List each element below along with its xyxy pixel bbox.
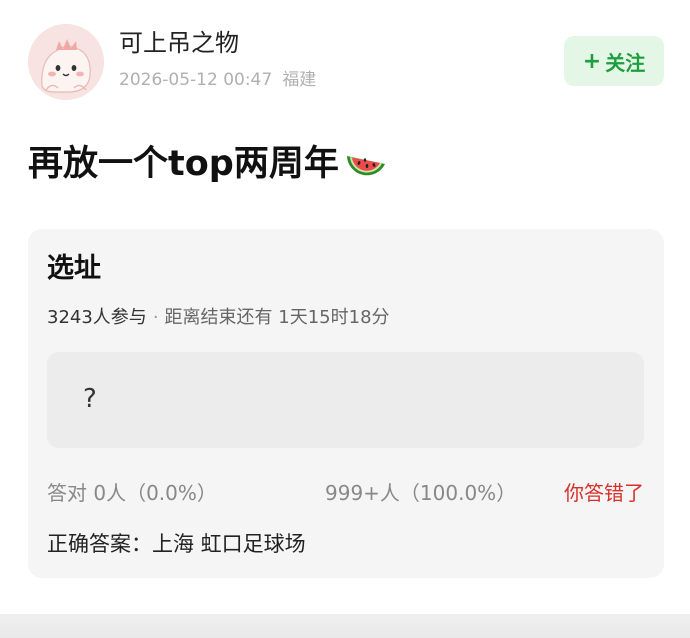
quiz-title: 选址 [47, 253, 101, 284]
post-datetime: 2026-05-12 00:47 [119, 70, 273, 90]
post-meta: 2026-05-12 00:47 福建 [119, 68, 316, 92]
quiz-option[interactable]: ? [47, 352, 644, 448]
participant-count: 3243人参与 [47, 307, 147, 328]
wrong-count: 999+人（100.0%） [325, 481, 517, 505]
post-location: 福建 [282, 70, 317, 90]
post-title-text: 再放一个top两周年 [28, 144, 339, 184]
bottom-divider [0, 614, 690, 638]
follow-button[interactable]: + 关注 [564, 36, 664, 86]
watermelon-icon [343, 144, 389, 184]
quiz-deadline: 距离结束还有 1天15时18分 [164, 307, 390, 328]
quiz-stats: 3243人参与 · 距离结束还有 1天15时18分 [47, 305, 390, 331]
quiz-card: 选址 3243人参与 · 距离结束还有 1天15时18分 ? 答对 0人（0.0%）… [28, 229, 664, 578]
plus-icon: + [582, 48, 602, 74]
avatar-dinosaur-icon [28, 24, 104, 100]
post-title: 再放一个top两周年 [28, 140, 389, 188]
correct-answer: 正确答案：上海 虹口足球场 [47, 532, 306, 556]
avatar[interactable] [28, 24, 104, 100]
stats-separator: · [152, 307, 159, 328]
follow-label: 关注 [605, 50, 646, 75]
correct-count: 答对 0人（0.0%） [47, 481, 217, 505]
post-page: 可上吊之物 2026-05-12 00:47 福建 + 关注 再放一个top两周年… [0, 0, 690, 638]
quiz-option-label: ? [83, 384, 97, 414]
wrong-answer-tag: 你答错了 [564, 481, 644, 505]
username[interactable]: 可上吊之物 [119, 28, 239, 58]
